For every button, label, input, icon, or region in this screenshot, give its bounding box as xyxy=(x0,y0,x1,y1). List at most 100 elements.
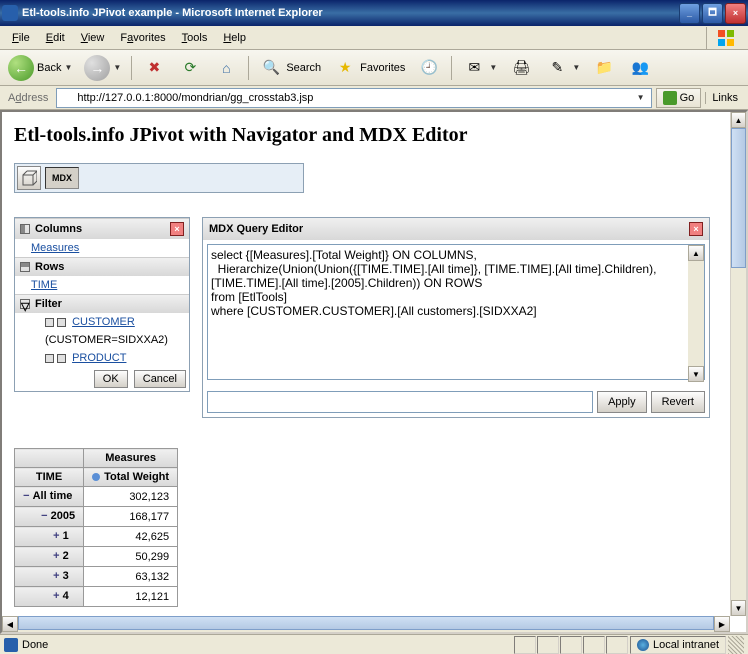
scroll-down-icon[interactable]: ▼ xyxy=(688,366,704,382)
links-button[interactable]: Links xyxy=(705,92,744,104)
table-row: +142,625 xyxy=(15,527,178,547)
product-link[interactable]: PRODUCT xyxy=(72,352,126,364)
nav-product-row[interactable]: PRODUCT xyxy=(15,349,189,367)
refresh-button[interactable]: ⟳ xyxy=(174,54,206,82)
scroll-right-icon[interactable]: ▶ xyxy=(714,616,730,632)
drill-icon[interactable]: + xyxy=(53,571,60,583)
scroll-down-icon[interactable]: ▼ xyxy=(731,600,746,616)
mdx-status-input[interactable] xyxy=(207,391,593,413)
security-zone[interactable]: Local intranet xyxy=(630,636,726,654)
mdx-query-textarea[interactable] xyxy=(207,244,705,380)
move-col-icon[interactable] xyxy=(45,318,54,327)
menu-file[interactable]: File xyxy=(4,30,38,46)
page-hscrollbar[interactable]: ◀ ▶ xyxy=(2,616,730,632)
ok-button[interactable]: OK xyxy=(94,370,128,388)
page-vscrollbar[interactable]: ▲ ▼ xyxy=(730,112,746,616)
status-pane xyxy=(606,636,628,654)
table-row: +412,121 xyxy=(15,587,178,607)
home-button[interactable]: ⌂ xyxy=(210,54,242,82)
address-input[interactable] xyxy=(77,90,632,106)
columns-label: Columns xyxy=(35,223,82,235)
move-col-icon[interactable] xyxy=(45,354,54,363)
drill-icon[interactable]: + xyxy=(53,591,60,603)
row-header[interactable]: +3 xyxy=(15,567,84,587)
favorites-button[interactable]: ★Favorites xyxy=(329,54,409,82)
minimize-button[interactable]: _ xyxy=(679,3,700,24)
mdx-toggle-button[interactable]: MDX xyxy=(45,167,79,189)
stop-button[interactable]: ✖ xyxy=(138,54,170,82)
back-button[interactable]: ← Back ▼ xyxy=(4,54,76,82)
search-button[interactable]: 🔍Search xyxy=(255,54,325,82)
status-bar: Done Local intranet xyxy=(0,634,748,654)
filter-icon: ▽ xyxy=(20,299,30,309)
row-header[interactable]: −2005 xyxy=(15,507,84,527)
table-row: +363,132 xyxy=(15,567,178,587)
row-header[interactable]: −All time xyxy=(15,487,84,507)
cell-value: 302,123 xyxy=(84,487,178,507)
cube-navigator-button[interactable] xyxy=(17,166,41,190)
textarea-scrollbar[interactable]: ▲ ▼ xyxy=(688,245,704,382)
nav-measures-row[interactable]: Measures xyxy=(15,239,189,257)
nav-customer-row[interactable]: CUSTOMER xyxy=(15,313,189,331)
menu-help[interactable]: Help xyxy=(215,30,254,46)
navigator-close-button[interactable]: × xyxy=(170,222,184,236)
row-header[interactable]: +4 xyxy=(15,587,84,607)
move-row-icon[interactable] xyxy=(57,354,66,363)
drill-icon[interactable]: − xyxy=(41,511,48,523)
go-button[interactable]: Go xyxy=(656,88,702,108)
ie-icon xyxy=(2,5,18,21)
scroll-thumb[interactable] xyxy=(731,128,746,268)
measures-link[interactable]: Measures xyxy=(31,242,79,254)
scroll-up-icon[interactable]: ▲ xyxy=(688,245,704,261)
scroll-left-icon[interactable]: ◀ xyxy=(2,616,18,632)
drill-icon[interactable]: + xyxy=(53,531,60,543)
cube-icon xyxy=(21,170,37,186)
mail-button[interactable]: ✉▼ xyxy=(458,54,501,82)
ie-status-icon xyxy=(4,638,18,652)
nav-time-row[interactable]: TIME xyxy=(15,276,189,294)
mail-icon: ✉ xyxy=(462,56,486,80)
result-table: Measures TIME Total Weight −All time302,… xyxy=(14,448,178,607)
address-bar: Address ▼ Go Links xyxy=(0,86,748,110)
row-header[interactable]: +1 xyxy=(15,527,84,547)
cancel-button[interactable]: Cancel xyxy=(134,370,186,388)
drill-icon[interactable]: − xyxy=(23,491,30,503)
menu-favorites[interactable]: Favorites xyxy=(112,30,173,46)
status-pane xyxy=(583,636,605,654)
print-button[interactable]: 🖨 xyxy=(505,54,537,82)
status-pane xyxy=(537,636,559,654)
table-row: +250,299 xyxy=(15,547,178,567)
scroll-thumb[interactable] xyxy=(18,616,714,630)
address-dropdown-icon[interactable]: ▼ xyxy=(633,93,649,102)
mdx-close-button[interactable]: × xyxy=(689,222,703,236)
move-row-icon[interactable] xyxy=(57,318,66,327)
maximize-button[interactable]: 🗖 xyxy=(702,3,723,24)
drill-icon[interactable]: + xyxy=(53,551,60,563)
address-input-wrap[interactable]: ▼ xyxy=(56,88,651,108)
jpivot-toolbar: MDX xyxy=(14,163,304,193)
menu-edit[interactable]: Edit xyxy=(38,30,73,46)
columns-header: Columns × xyxy=(15,218,189,239)
browser-toolbar: ← Back ▼ → ▼ ✖ ⟳ ⌂ 🔍Search ★Favorites 🕘 … xyxy=(0,50,748,86)
menu-view[interactable]: View xyxy=(73,30,113,46)
close-button[interactable]: × xyxy=(725,3,746,24)
media-button[interactable]: 🕘 xyxy=(413,54,445,82)
cell-value: 50,299 xyxy=(84,547,178,567)
filter-header: ▽ Filter xyxy=(15,294,189,313)
apply-button[interactable]: Apply xyxy=(597,391,647,413)
mdx-editor-header: MDX Query Editor × xyxy=(203,218,709,240)
messenger-button[interactable]: 👥 xyxy=(624,54,656,82)
revert-button[interactable]: Revert xyxy=(651,391,705,413)
forward-button[interactable]: → ▼ xyxy=(80,54,125,82)
chevron-down-icon: ▼ xyxy=(64,63,72,72)
discuss-button[interactable]: 📁 xyxy=(588,54,620,82)
time-header: TIME xyxy=(15,468,84,487)
customer-link[interactable]: CUSTOMER xyxy=(72,316,135,328)
row-header[interactable]: +2 xyxy=(15,547,84,567)
menu-tools[interactable]: Tools xyxy=(174,30,216,46)
scroll-up-icon[interactable]: ▲ xyxy=(731,112,746,128)
status-pane xyxy=(560,636,582,654)
edit-button[interactable]: ✎▼ xyxy=(541,54,584,82)
resize-grip[interactable] xyxy=(728,636,744,654)
time-link[interactable]: TIME xyxy=(31,279,57,291)
